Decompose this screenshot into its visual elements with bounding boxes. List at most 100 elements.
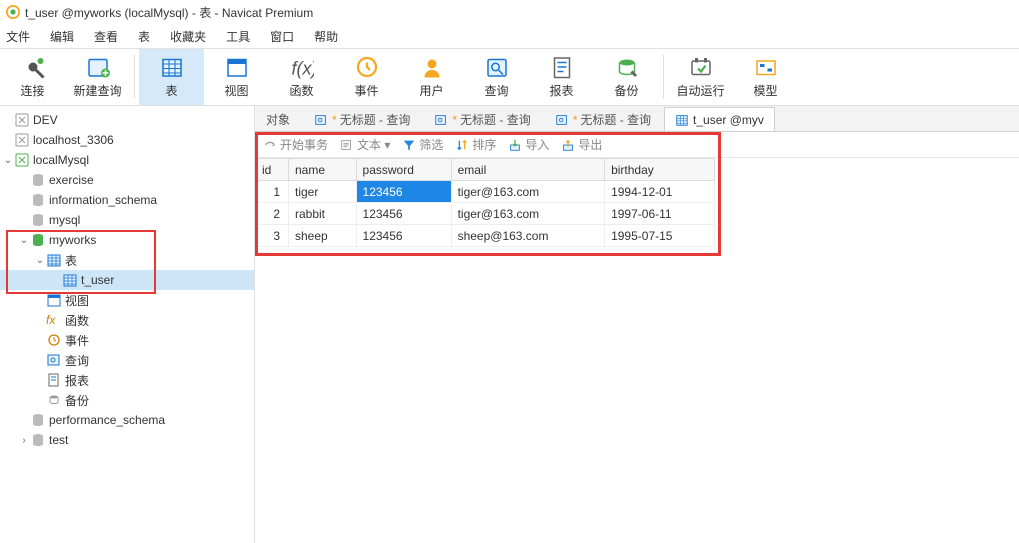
tree-label: localhost_3306: [33, 133, 114, 147]
tool-fx[interactable]: f(x)函数: [269, 49, 334, 105]
tab-1[interactable]: *无标题 - 查询: [303, 107, 421, 131]
tree-node-表[interactable]: ⌄表: [0, 250, 254, 270]
connection-tree[interactable]: DEV localhost_3306 ⌄localMysqlexercise info…: [0, 106, 255, 543]
cell-email[interactable]: tiger@163.com: [451, 181, 605, 203]
grid-tool-label: 筛选: [419, 136, 443, 153]
unsaved-star-icon: *: [452, 113, 457, 127]
cell-id[interactable]: 2: [256, 203, 289, 225]
tree-label: 备份: [65, 392, 89, 409]
tool-table[interactable]: 表: [139, 49, 204, 105]
grid-tool-label: 导入: [525, 136, 549, 153]
data-grid[interactable]: idnamepasswordemailbirthday1tiger123456t…: [255, 158, 715, 247]
tree-node-localMysql[interactable]: ⌄localMysql: [0, 150, 254, 170]
grid-tool-text[interactable]: 文本 ▾: [340, 136, 390, 153]
tree-label: t_user: [81, 273, 114, 287]
cell-password[interactable]: 123456: [356, 225, 451, 247]
cell-password[interactable]: 123456: [356, 203, 451, 225]
report-icon: [550, 55, 574, 79]
tool-query-new[interactable]: 新建查询: [65, 49, 130, 105]
tx-icon: [263, 138, 277, 152]
cell-birthday[interactable]: 1995-07-15: [605, 225, 715, 247]
menu-0[interactable]: 文件: [6, 28, 30, 45]
tree-toggle-icon[interactable]: ⌄: [2, 155, 14, 166]
grid-tool-label: 文本 ▾: [357, 136, 390, 153]
tool-label: 视图: [224, 82, 248, 99]
tree-node-information_schema[interactable]: information_schema: [0, 190, 254, 210]
cell-email[interactable]: tiger@163.com: [451, 203, 605, 225]
cell-name[interactable]: sheep: [289, 225, 357, 247]
col-name[interactable]: name: [289, 159, 357, 181]
tab-0[interactable]: 对象: [255, 107, 301, 131]
col-email[interactable]: email: [451, 159, 605, 181]
cell-birthday[interactable]: 1997-06-11: [605, 203, 715, 225]
cell-name[interactable]: tiger: [289, 181, 357, 203]
cell-id[interactable]: 1: [256, 181, 289, 203]
tree-node-test[interactable]: ›test: [0, 430, 254, 450]
cell-birthday[interactable]: 1994-12-01: [605, 181, 715, 203]
tool-auto[interactable]: 自动运行: [668, 49, 733, 105]
tree-node-mysql[interactable]: mysql: [0, 210, 254, 230]
tree-toggle-icon[interactable]: ›: [18, 435, 30, 446]
tree-toggle-icon[interactable]: ⌄: [18, 235, 30, 246]
tool-label: 事件: [354, 82, 378, 99]
col-password[interactable]: password: [356, 159, 451, 181]
grid-tool-filter[interactable]: 筛选: [402, 136, 443, 153]
query-small-icon: [434, 113, 448, 127]
table-row[interactable]: 3sheep123456sheep@163.com1995-07-15: [256, 225, 715, 247]
tree-node-事件[interactable]: 事件: [0, 330, 254, 350]
tree-label: 事件: [65, 332, 89, 349]
tab-4[interactable]: t_user @myv: [664, 107, 775, 131]
query-icon: [485, 55, 509, 79]
tool-view[interactable]: 视图: [204, 49, 269, 105]
tab-2[interactable]: *无标题 - 查询: [423, 107, 541, 131]
tool-plug[interactable]: 连接: [0, 49, 65, 105]
db-icon: [30, 172, 46, 188]
app-logo-icon: [6, 5, 20, 19]
tab-3[interactable]: *无标题 - 查询: [544, 107, 662, 131]
tool-model[interactable]: 模型: [733, 49, 798, 105]
menu-5[interactable]: 工具: [226, 28, 250, 45]
query-small-icon: [46, 352, 62, 368]
col-id[interactable]: id: [256, 159, 289, 181]
grid-tool-export[interactable]: 导出: [561, 136, 602, 153]
tree-node-函数[interactable]: fx函数: [0, 310, 254, 330]
tool-query[interactable]: 查询: [464, 49, 529, 105]
tree-label: 查询: [65, 352, 89, 369]
tree-label: 报表: [65, 372, 89, 389]
tree-node-localhost_3306[interactable]: localhost_3306: [0, 130, 254, 150]
tree-node-t_user[interactable]: t_user: [0, 270, 254, 290]
grid-tool-import[interactable]: 导入: [508, 136, 549, 153]
tool-report[interactable]: 报表: [529, 49, 594, 105]
menu-3[interactable]: 表: [138, 28, 150, 45]
unsaved-star-icon: *: [573, 113, 578, 127]
tree-node-performance_schema[interactable]: performance_schema: [0, 410, 254, 430]
tool-label: 用户: [419, 82, 443, 99]
cell-email[interactable]: sheep@163.com: [451, 225, 605, 247]
menu-4[interactable]: 收藏夹: [170, 28, 206, 45]
grid-tool-tx[interactable]: 开始事务: [263, 136, 328, 153]
menu-7[interactable]: 帮助: [314, 28, 338, 45]
tree-node-视图[interactable]: 视图: [0, 290, 254, 310]
tree-node-查询[interactable]: 查询: [0, 350, 254, 370]
cell-password[interactable]: 123456: [356, 181, 451, 203]
tool-user[interactable]: 用户: [399, 49, 464, 105]
tree-label: DEV: [33, 113, 58, 127]
grid-tool-sort[interactable]: 排序: [455, 136, 496, 153]
menu-1[interactable]: 编辑: [50, 28, 74, 45]
tree-node-备份[interactable]: 备份: [0, 390, 254, 410]
tree-node-DEV[interactable]: DEV: [0, 110, 254, 130]
menu-6[interactable]: 窗口: [270, 28, 294, 45]
tree-label: information_schema: [49, 193, 157, 207]
tree-node-exercise[interactable]: exercise: [0, 170, 254, 190]
table-row[interactable]: 2rabbit123456tiger@163.com1997-06-11: [256, 203, 715, 225]
cell-name[interactable]: rabbit: [289, 203, 357, 225]
tool-backup[interactable]: 备份: [594, 49, 659, 105]
col-birthday[interactable]: birthday: [605, 159, 715, 181]
tool-clock[interactable]: 事件: [334, 49, 399, 105]
tree-node-myworks[interactable]: ⌄myworks: [0, 230, 254, 250]
tree-node-报表[interactable]: 报表: [0, 370, 254, 390]
menu-2[interactable]: 查看: [94, 28, 118, 45]
cell-id[interactable]: 3: [256, 225, 289, 247]
table-row[interactable]: 1tiger123456tiger@163.com1994-12-01: [256, 181, 715, 203]
tree-toggle-icon[interactable]: ⌄: [34, 255, 46, 266]
